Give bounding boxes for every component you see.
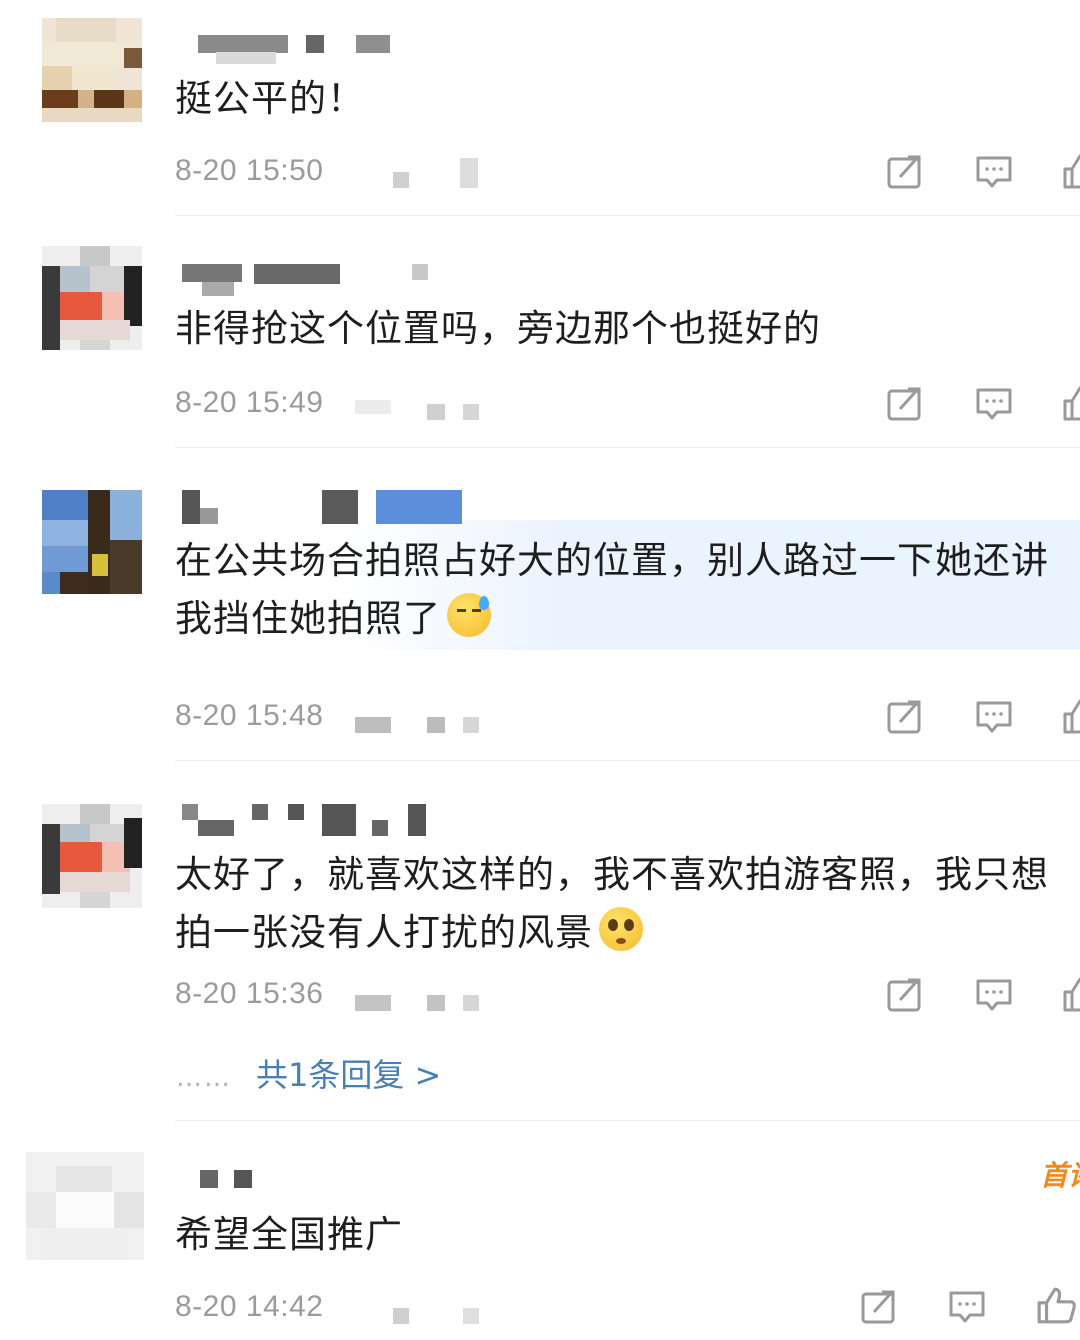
comment-icon[interactable] xyxy=(948,1288,986,1326)
comment-text: 非得抢这个位置吗，旁边那个也挺好的 xyxy=(175,307,821,350)
comment-time: 8-20 15:36 xyxy=(175,977,324,1010)
comment-icon[interactable] xyxy=(975,153,1013,191)
thumbs-up-icon[interactable] xyxy=(1062,153,1080,191)
share-icon[interactable] xyxy=(886,976,924,1014)
comment-text: 太好了，就喜欢这样的，我不喜欢拍游客照，我只想 xyxy=(175,853,1049,896)
view-replies-link[interactable]: …… 共1条回复 > xyxy=(176,1050,441,1096)
comment-time: 8-20 15:50 xyxy=(175,154,324,187)
username-redacted[interactable] xyxy=(176,486,506,536)
comment-text-part: 我挡住她拍照了 xyxy=(175,597,441,640)
location-redacted xyxy=(355,703,495,733)
share-icon[interactable] xyxy=(860,1288,898,1326)
avatar[interactable] xyxy=(42,804,142,908)
reply-dots: …… xyxy=(176,1063,232,1093)
comment-text: 在公共场合拍照占好大的位置，别人路过一下她还讲 xyxy=(175,539,1049,582)
avatar[interactable] xyxy=(42,246,142,350)
comment-text: 希望全国推广 xyxy=(175,1213,403,1256)
comment-time: 8-20 14:42 xyxy=(175,1290,324,1323)
thumbs-up-icon[interactable] xyxy=(1062,698,1080,736)
comment-text-part: 拍一张没有人打扰的风景 xyxy=(175,911,593,954)
comment-text-line2: 拍一张没有人打扰的风景 xyxy=(175,904,1080,962)
thumbs-up-icon[interactable] xyxy=(1036,1286,1076,1326)
comment-text-line2: 我挡住她拍照了 xyxy=(175,590,1080,648)
comment-time: 8-20 15:48 xyxy=(175,699,324,732)
thumbs-up-icon[interactable] xyxy=(1062,976,1080,1014)
comment-time: 8-20 15:49 xyxy=(175,386,324,419)
divider xyxy=(175,215,1080,216)
comment-icon[interactable] xyxy=(975,698,1013,736)
avatar[interactable] xyxy=(26,1152,144,1260)
location-redacted xyxy=(355,390,495,420)
avatar[interactable] xyxy=(42,18,142,122)
share-icon[interactable] xyxy=(886,153,924,191)
thumbs-up-icon[interactable] xyxy=(1062,385,1080,423)
comment-icon[interactable] xyxy=(975,976,1013,1014)
reply-count-label[interactable]: 共1条回复 > xyxy=(256,1056,441,1094)
first-comment-badge: 首评 xyxy=(1040,1159,1080,1192)
sweat-smile-emoji xyxy=(447,593,491,637)
location-redacted xyxy=(355,1294,495,1324)
comment-icon[interactable] xyxy=(975,385,1013,423)
pleading-face-emoji xyxy=(599,907,643,951)
share-icon[interactable] xyxy=(886,698,924,736)
divider xyxy=(175,1120,1080,1121)
username-redacted[interactable] xyxy=(176,800,506,850)
divider xyxy=(175,447,1080,448)
location-redacted xyxy=(355,981,495,1011)
location-redacted xyxy=(355,158,495,188)
share-icon[interactable] xyxy=(886,385,924,423)
divider xyxy=(175,760,1080,761)
comment-text: 挺公平的！ xyxy=(175,77,365,120)
avatar[interactable] xyxy=(42,490,142,594)
